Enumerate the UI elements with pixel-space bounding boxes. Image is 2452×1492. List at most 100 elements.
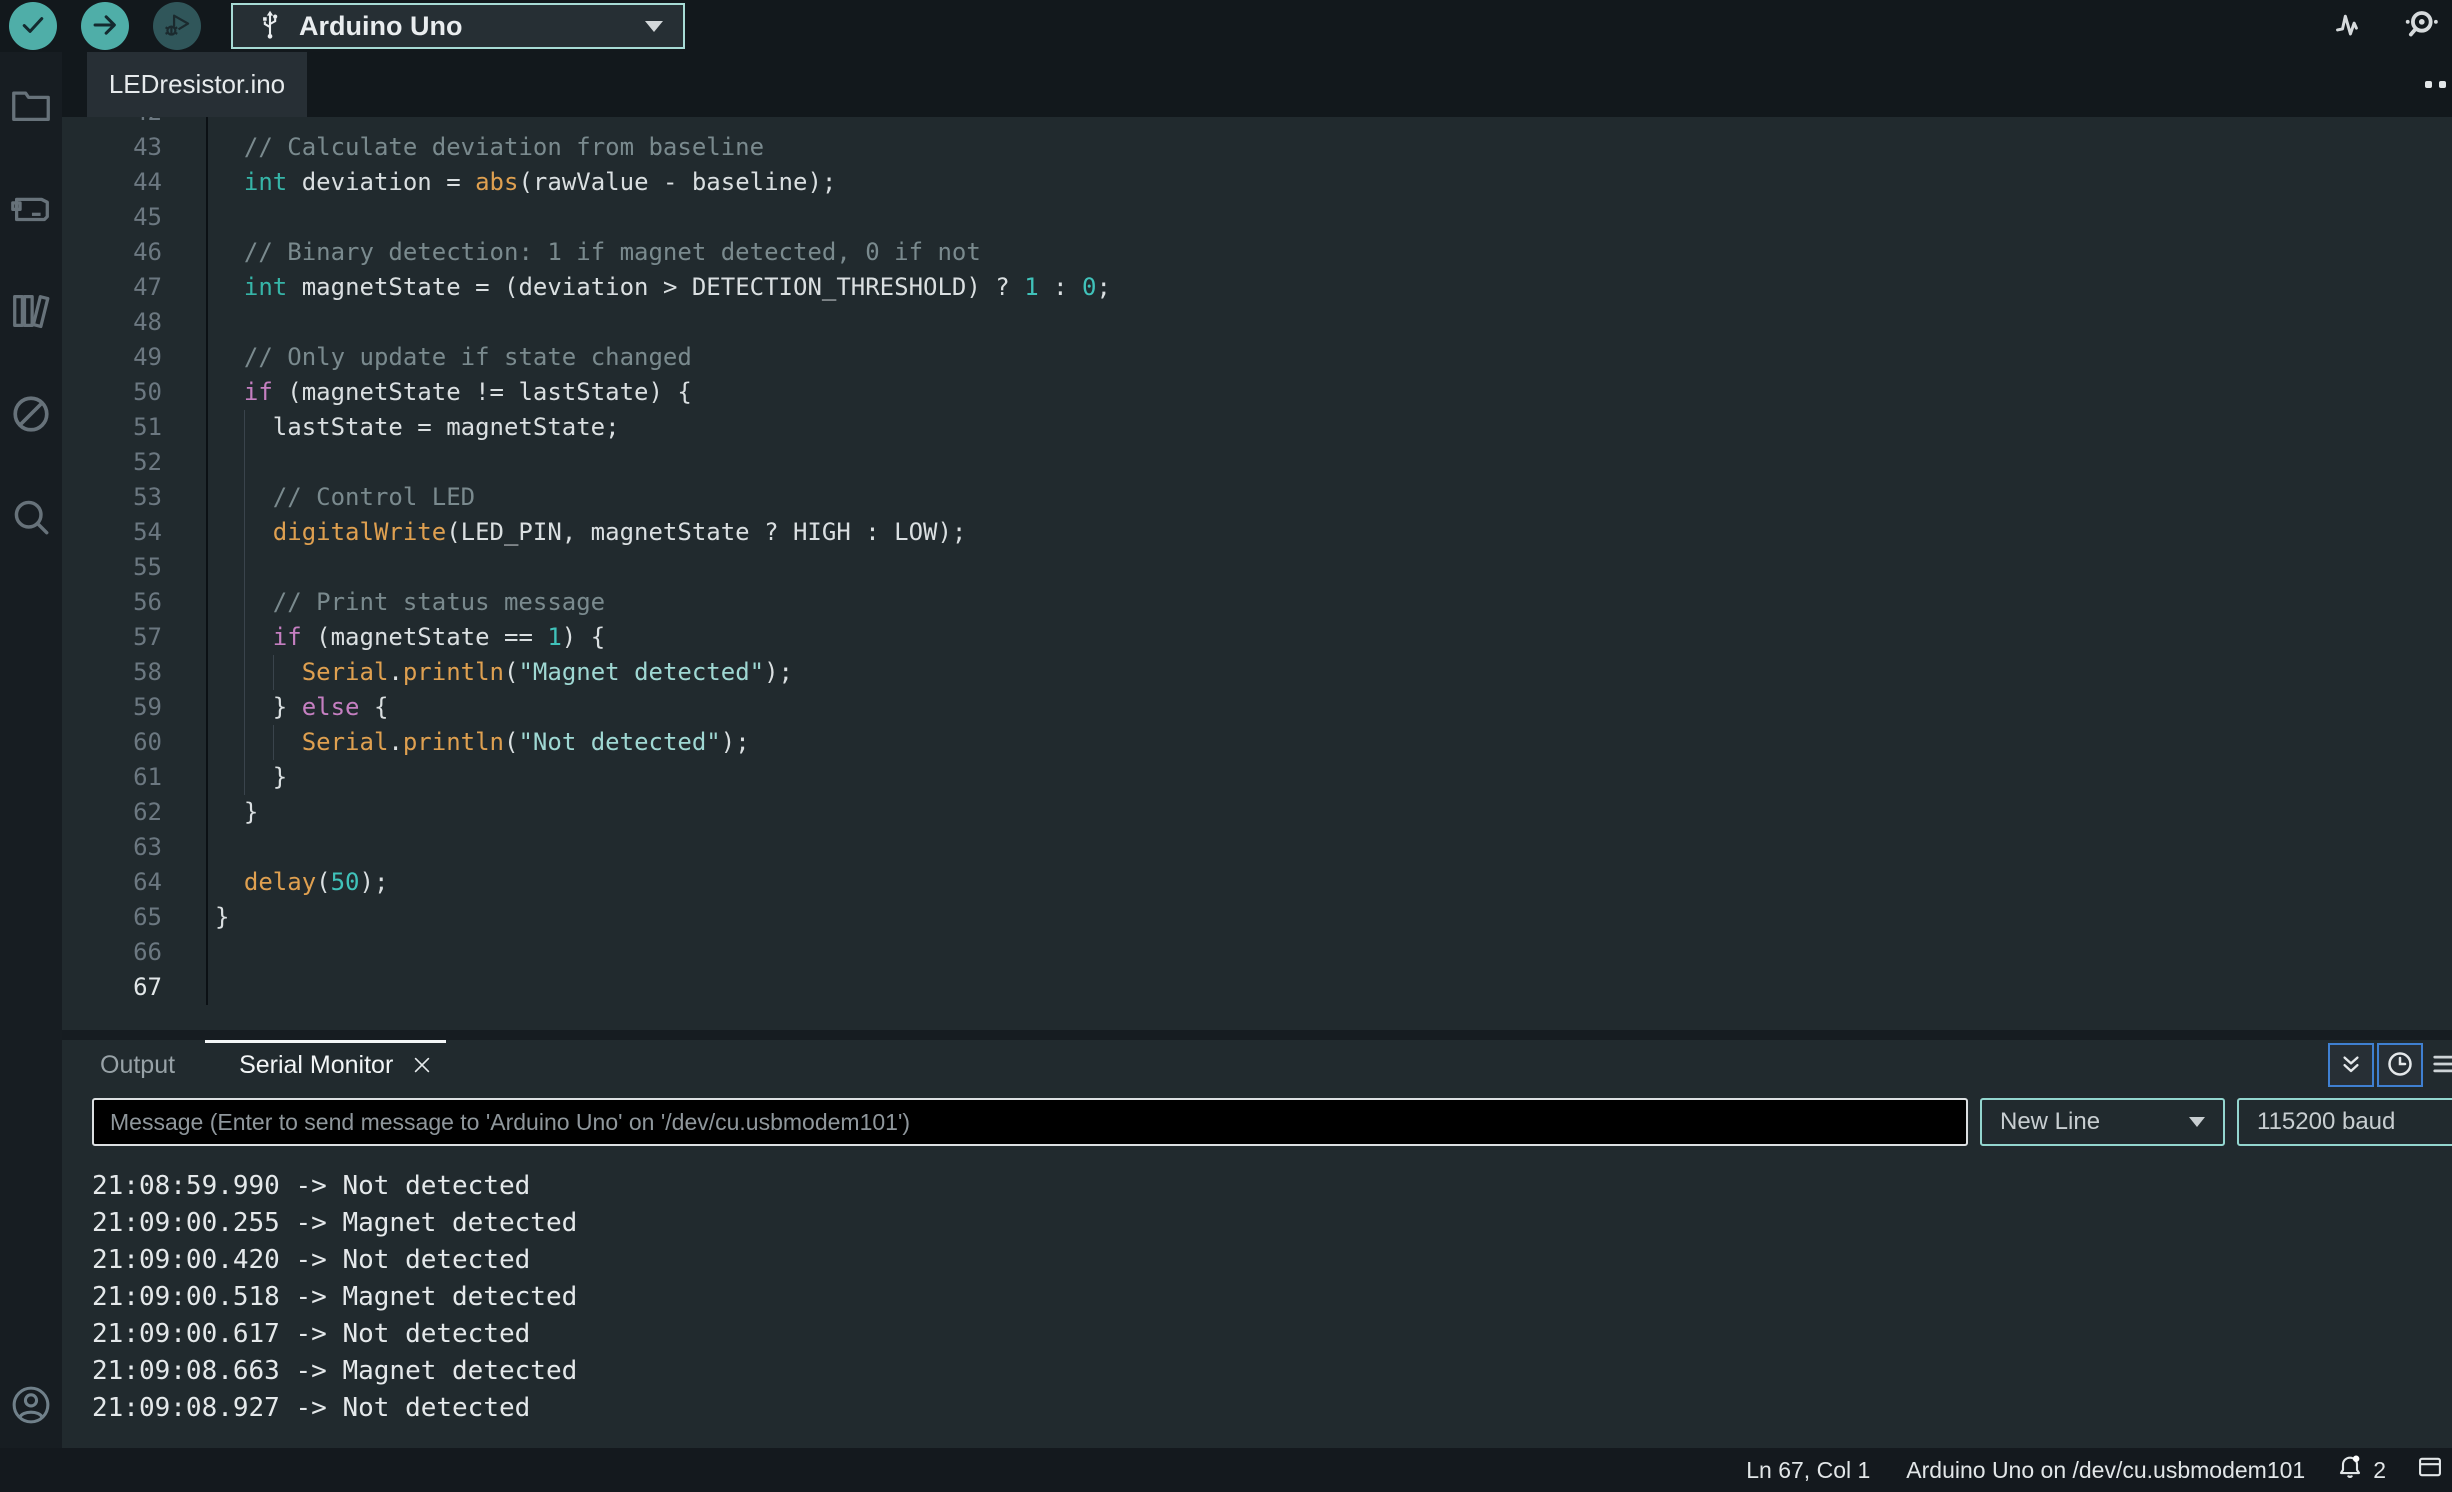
code-text: lastState = magnetState;	[206, 410, 2452, 445]
code-line[interactable]: 64 delay(50);	[62, 865, 2452, 900]
tab-overflow-button[interactable]	[2425, 52, 2452, 117]
code-text: }	[206, 795, 2452, 830]
code-text: if (magnetState != lastState) {	[206, 375, 2452, 410]
code-line[interactable]: 49 // Only update if state changed	[62, 340, 2452, 375]
code-lines: 4243 // Calculate deviation from baselin…	[62, 117, 2452, 1005]
board-selector[interactable]: Arduino Uno	[231, 3, 685, 49]
baud-rate-value: 115200 baud	[2257, 1108, 2395, 1136]
line-number: 49	[62, 340, 162, 375]
code-line[interactable]: 48	[62, 305, 2452, 340]
tab-sketch-label: LEDresistor.ino	[109, 69, 285, 100]
serial-message-input[interactable]	[92, 1098, 1968, 1146]
code-line[interactable]: 60 Serial.println("Not detected");	[62, 725, 2452, 760]
code-line[interactable]: 57 if (magnetState == 1) {	[62, 620, 2452, 655]
sidebar-item-sketchbook[interactable]	[7, 82, 55, 130]
code-text	[206, 935, 2452, 970]
code-text	[206, 830, 2452, 865]
line-number: 44	[62, 165, 162, 200]
code-text: if (magnetState == 1) {	[206, 620, 2452, 655]
library-icon	[8, 288, 54, 337]
debug-button[interactable]	[153, 2, 201, 50]
code-text: // Binary detection: 1 if magnet detecte…	[206, 235, 2452, 270]
account-button[interactable]	[7, 1382, 55, 1430]
arduino-ide-window: Arduino Uno	[0, 0, 2452, 1492]
code-line[interactable]: 42	[62, 117, 2452, 130]
line-number: 53	[62, 480, 162, 515]
code-text	[206, 970, 2452, 1005]
code-line[interactable]: 53 // Control LED	[62, 480, 2452, 515]
tab-output[interactable]: Output	[100, 1051, 175, 1080]
code-line[interactable]: 50 if (magnetState != lastState) {	[62, 375, 2452, 410]
code-line[interactable]: 61 }	[62, 760, 2452, 795]
notifications-button[interactable]: 2	[2335, 1452, 2386, 1488]
editor-tabbar: LEDresistor.ino	[62, 52, 2452, 117]
code-line[interactable]: 45	[62, 200, 2452, 235]
code-line[interactable]: 51 lastState = magnetState;	[62, 410, 2452, 445]
sidebar-item-library-manager[interactable]	[7, 288, 55, 336]
code-line[interactable]: 47 int magnetState = (deviation > DETECT…	[62, 270, 2452, 305]
code-line[interactable]: 52	[62, 445, 2452, 480]
sidebar-item-boards-manager[interactable]	[7, 185, 55, 233]
code-line[interactable]: 46 // Binary detection: 1 if magnet dete…	[62, 235, 2452, 270]
line-number: 67	[62, 970, 162, 1005]
code-line[interactable]: 67	[62, 970, 2452, 1005]
line-number: 47	[62, 270, 162, 305]
code-text	[206, 200, 2452, 235]
serial-send-row: New Line 115200 baud	[62, 1098, 2452, 1146]
code-text	[206, 550, 2452, 585]
board-connection-status: Arduino Uno on /dev/cu.usbmodem101	[1906, 1457, 2305, 1484]
line-number: 59	[62, 690, 162, 725]
line-number: 48	[62, 305, 162, 340]
serial-monitor-button[interactable]	[2402, 6, 2440, 47]
serial-output[interactable]: 21:08:59.990 -> Not detected21:09:00.255…	[62, 1146, 2452, 1427]
timestamp-toggle-button[interactable]	[2377, 1043, 2423, 1087]
line-number: 64	[62, 865, 162, 900]
code-line[interactable]: 43 // Calculate deviation from baseline	[62, 130, 2452, 165]
code-line[interactable]: 55	[62, 550, 2452, 585]
line-number: 66	[62, 935, 162, 970]
code-line[interactable]: 63	[62, 830, 2452, 865]
close-icon[interactable]	[411, 1054, 433, 1076]
code-line[interactable]: 66	[62, 935, 2452, 970]
code-line[interactable]: 56 // Print status message	[62, 585, 2452, 620]
tab-serial-monitor[interactable]: Serial Monitor	[239, 1051, 433, 1080]
folder-icon	[8, 82, 54, 131]
code-editor[interactable]: 4243 // Calculate deviation from baselin…	[62, 117, 2452, 1030]
sidebar-item-search[interactable]	[7, 494, 55, 542]
toggle-panel-button[interactable]	[2416, 1453, 2444, 1487]
editor-horizontal-scrollbar[interactable]	[62, 1030, 2452, 1040]
code-text	[206, 117, 2452, 130]
bottom-panel: Output Serial Monitor	[62, 1040, 2452, 1448]
code-text: Serial.println("Magnet detected");	[206, 655, 2452, 690]
serial-output-line: 21:09:00.255 -> Magnet detected	[92, 1205, 2452, 1242]
line-number: 51	[62, 410, 162, 445]
sidebar-item-debug[interactable]	[7, 391, 55, 439]
code-text: int magnetState = (deviation > DETECTION…	[206, 270, 2452, 305]
code-line[interactable]: 62 }	[62, 795, 2452, 830]
search-icon	[8, 494, 54, 543]
line-number: 58	[62, 655, 162, 690]
account-icon	[8, 1382, 54, 1431]
code-line[interactable]: 58 Serial.println("Magnet detected");	[62, 655, 2452, 690]
line-ending-select[interactable]: New Line	[1980, 1098, 2225, 1146]
code-text: } else {	[206, 690, 2452, 725]
double-chevron-down-icon	[2337, 1050, 2365, 1081]
baud-rate-select[interactable]: 115200 baud	[2237, 1098, 2452, 1146]
line-number: 52	[62, 445, 162, 480]
verify-button[interactable]	[9, 2, 57, 50]
cursor-position[interactable]: Ln 67, Col 1	[1746, 1457, 1870, 1484]
tab-sketch[interactable]: LEDresistor.ino	[87, 52, 307, 117]
upload-button[interactable]	[81, 2, 129, 50]
serial-plotter-button[interactable]	[2334, 7, 2368, 46]
code-text: digitalWrite(LED_PIN, magnetState ? HIGH…	[206, 515, 2452, 550]
autoscroll-toggle-button[interactable]	[2328, 1043, 2374, 1087]
code-line[interactable]: 59 } else {	[62, 690, 2452, 725]
editor-column: LEDresistor.ino 4243 // Calculate deviat…	[62, 52, 2452, 1448]
code-line[interactable]: 54 digitalWrite(LED_PIN, magnetState ? H…	[62, 515, 2452, 550]
code-line[interactable]: 65}	[62, 900, 2452, 935]
panel-menu-button[interactable]	[2426, 1043, 2452, 1087]
code-line[interactable]: 44 int deviation = abs(rawValue - baseli…	[62, 165, 2452, 200]
active-panel-tab-indicator	[205, 1040, 446, 1043]
main-area: LEDresistor.ino 4243 // Calculate deviat…	[0, 52, 2452, 1448]
line-number: 50	[62, 375, 162, 410]
